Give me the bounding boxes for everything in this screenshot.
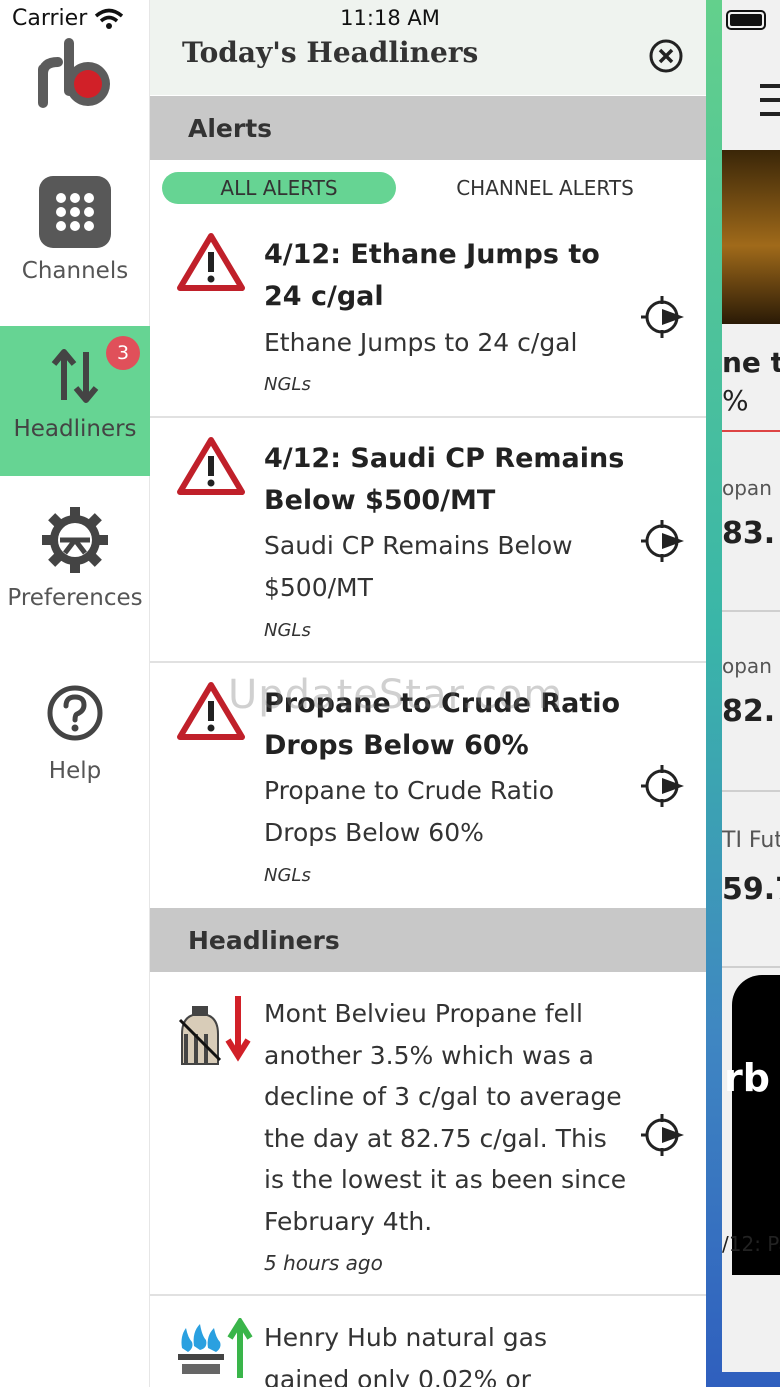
bg-snippet: rb xyxy=(724,1056,770,1100)
gas-flame-up-icon xyxy=(178,1318,253,1378)
headliner-item[interactable]: Mont Belvieu Propane fell another 3.5% w… xyxy=(150,972,706,1296)
menu-icon[interactable] xyxy=(758,80,780,120)
bg-snippet: TI Fut xyxy=(722,828,780,853)
alert-title: Propane to Crude Ratio Drops Below 60% xyxy=(264,688,621,761)
question-icon xyxy=(47,685,103,741)
alert-body: Ethane Jumps to 24 c/gal xyxy=(264,328,578,357)
wifi-icon xyxy=(94,8,124,29)
bg-snippet: 83. xyxy=(722,516,776,551)
locate-icon[interactable] xyxy=(638,1110,688,1160)
locate-icon[interactable] xyxy=(638,761,688,811)
bg-snippet: /12: Pa xyxy=(722,1232,780,1256)
sidebar-item-label: Channels xyxy=(21,258,129,284)
page-title: Today's Headliners xyxy=(182,36,479,69)
headliner-text: Mont Belvieu Propane fell another 3.5% w… xyxy=(264,999,627,1236)
alert-item[interactable]: 4/12: Ethane Jumps to 24 c/gal Ethane Ju… xyxy=(150,212,706,418)
headliners-section-header: Headliners xyxy=(150,908,706,972)
divider xyxy=(722,430,780,432)
alert-tag: NGLs xyxy=(264,374,311,395)
alerts-section-header: Alerts xyxy=(150,96,706,160)
warning-icon xyxy=(177,233,245,291)
alert-tag: NGLs xyxy=(264,865,311,886)
rb-logo[interactable] xyxy=(36,38,114,110)
headliners-drawer: 11:18 AM Today's Headliners Alerts ALL A… xyxy=(150,0,706,1387)
headliner-text: Henry Hub natural gas gained only 0.02% … xyxy=(264,1323,548,1387)
up-down-arrows-icon xyxy=(51,349,99,403)
bg-snippet: opan xyxy=(722,476,772,500)
headliner-item[interactable]: Henry Hub natural gas gained only 0.02% … xyxy=(150,1296,706,1387)
alert-item[interactable]: Propane to Crude Ratio Drops Below 60% P… xyxy=(150,663,706,908)
gear-icon xyxy=(42,507,108,573)
sidebar-item-label: Help xyxy=(48,758,102,784)
warning-icon xyxy=(177,682,245,740)
alert-item[interactable]: 4/12: Saudi CP Remains Below $500/MT Sau… xyxy=(150,418,706,663)
app-root: ne t % opan 83. opan 82. TI Fut 59.7 rb … xyxy=(0,0,780,1387)
background-graphic xyxy=(732,975,780,1275)
divider xyxy=(722,610,780,612)
background-photo xyxy=(722,150,780,324)
battery-icon xyxy=(726,10,766,30)
alert-body: Propane to Crude Ratio Drops Below 60% xyxy=(264,776,555,847)
close-icon[interactable] xyxy=(648,38,684,74)
bg-snippet: % xyxy=(722,384,749,417)
divider xyxy=(722,966,780,968)
locate-icon[interactable] xyxy=(638,292,688,342)
headliner-time: 5 hours ago xyxy=(264,1251,383,1275)
carrier-label: Carrier xyxy=(12,6,88,31)
warning-icon xyxy=(177,437,245,495)
alert-title: 4/12: Saudi CP Remains Below $500/MT xyxy=(264,443,625,516)
sidebar-item-preferences[interactable]: Preferences xyxy=(0,505,150,635)
tab-all-alerts[interactable]: ALL ALERTS xyxy=(162,172,396,204)
alert-tag: NGLs xyxy=(264,620,311,641)
status-time: 11:18 AM xyxy=(340,6,440,30)
divider xyxy=(722,790,780,792)
bg-snippet: 82. xyxy=(722,694,776,729)
drawer-header: 11:18 AM Today's Headliners xyxy=(150,0,706,95)
locate-icon[interactable] xyxy=(638,516,688,566)
section-title: Headliners xyxy=(188,926,340,955)
grid-icon xyxy=(39,176,111,248)
section-title: Alerts xyxy=(188,114,273,143)
bg-snippet: 59.7 xyxy=(722,872,780,907)
alert-title: 4/12: Ethane Jumps to 24 c/gal xyxy=(264,239,600,312)
alert-body: Saudi CP Remains Below $500/MT xyxy=(264,531,573,602)
bg-snippet: ne t xyxy=(722,346,780,379)
background-app-panel[interactable]: ne t % opan 83. opan 82. TI Fut 59.7 rb … xyxy=(722,0,780,1372)
propane-tank-down-icon xyxy=(178,996,251,1065)
sidebar-item-help[interactable]: Help xyxy=(0,684,150,814)
sidebar-item-channels[interactable]: Channels xyxy=(0,176,150,316)
sidebar-item-label: Headliners xyxy=(13,416,137,442)
bg-snippet: opan xyxy=(722,654,772,678)
sidebar: Carrier Channels Headliners 3 Preference… xyxy=(0,0,150,1387)
tab-channel-alerts[interactable]: CHANNEL ALERTS xyxy=(450,172,640,204)
notification-badge: 3 xyxy=(106,336,140,370)
sidebar-item-label: Preferences xyxy=(7,585,143,611)
